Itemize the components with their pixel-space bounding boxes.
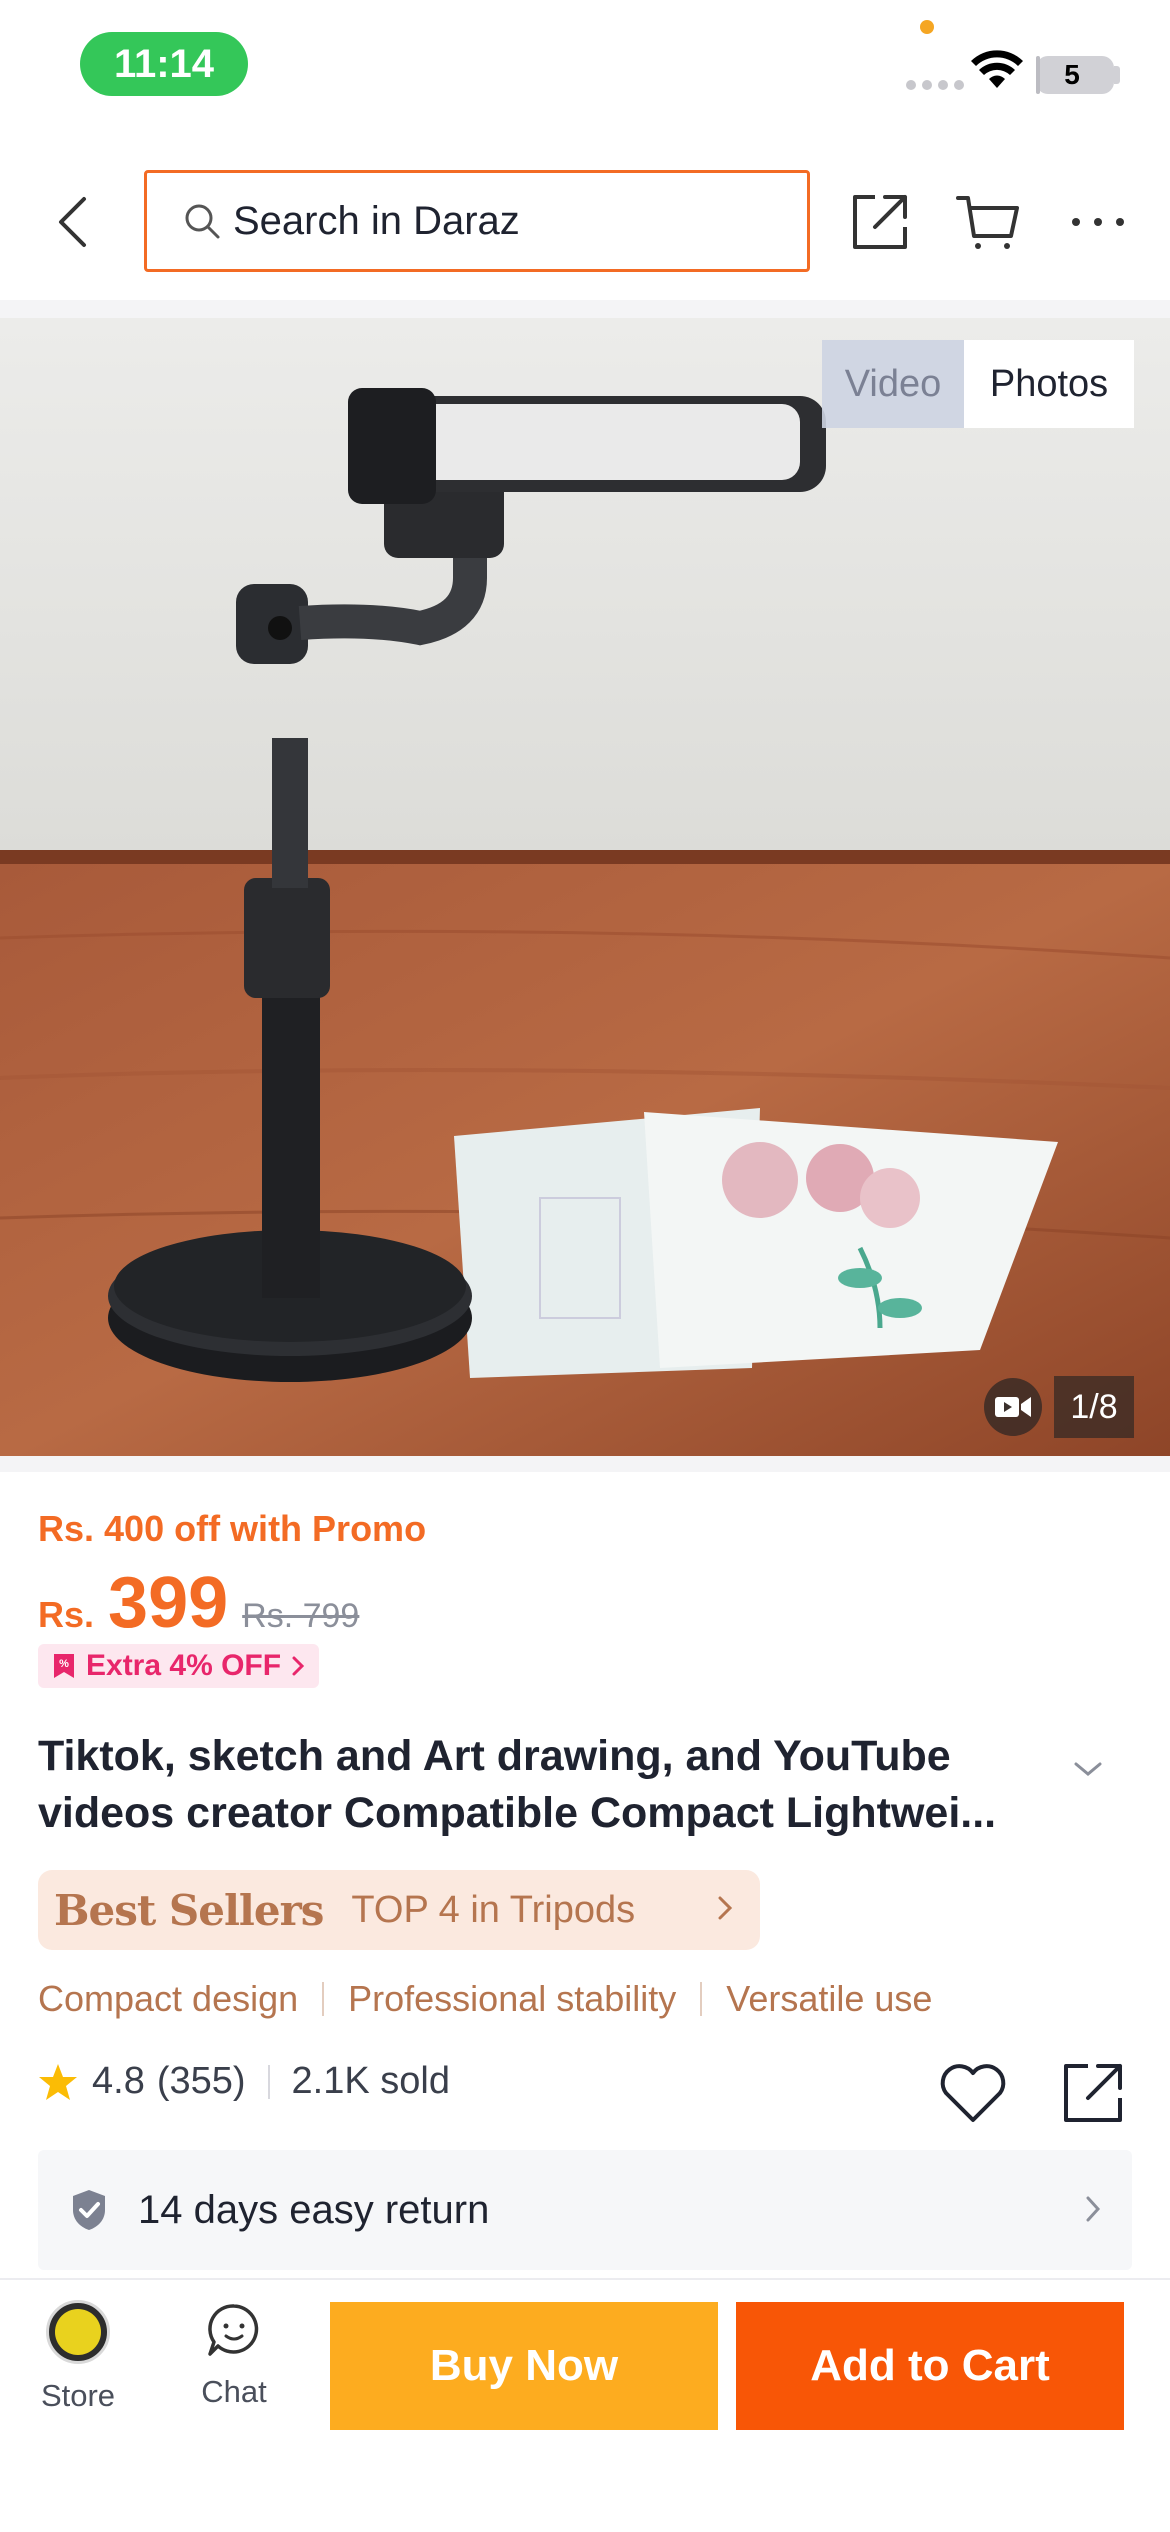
media-tabs: Video Photos [822,340,1134,428]
chat-button[interactable]: Chat [186,2300,282,2410]
rating-row[interactable]: 4.8 (355) 2.1K sold [38,2060,450,2103]
best-sellers-banner[interactable]: Best Sellers TOP 4 in Tripods [38,1870,760,1950]
header-separator [0,300,1170,318]
price-row: Rs. 399 Rs. 799 [38,1562,360,1643]
store-label: Store [40,2378,116,2413]
more-button[interactable] [1064,188,1132,256]
top-header: Search in Daraz [0,140,1170,300]
heart-icon [940,2064,1006,2122]
price-currency: Rs. [38,1594,95,1635]
bottom-action-bar: Store Chat Buy Now Add to Cart [0,2278,1170,2532]
return-policy-row[interactable]: 14 days easy return [38,2150,1132,2270]
search-placeholder: Search in Daraz [233,198,520,243]
feature-divider [700,1982,703,2016]
video-play-button[interactable] [984,1378,1042,1436]
store-button[interactable]: Store [30,2300,126,2414]
feature-tag: Compact design [38,1978,299,2019]
product-photo [0,318,1170,1456]
more-icon [1072,218,1124,226]
share-icon [1064,2064,1122,2122]
rating-count: (355) [156,2060,246,2102]
original-price: Rs. 799 [242,1597,360,1635]
tab-photos[interactable]: Photos [964,340,1134,428]
best-sellers-rank: TOP 4 in Tripods [351,1888,636,1931]
wishlist-button[interactable] [934,2054,1012,2132]
current-price: 399 [108,1563,229,1643]
store-avatar [46,2300,110,2364]
product-title[interactable]: Tiktok, sketch and Art drawing, and YouT… [38,1728,1058,1842]
back-button[interactable] [44,190,100,254]
sold-count: 2.1K sold [291,2060,450,2102]
video-camera-icon [995,1397,1031,1417]
search-icon [185,204,220,239]
cellular-signal-icon [906,80,964,90]
rating-divider [267,2064,270,2099]
feature-divider [322,1982,325,2016]
gallery-separator [0,1456,1170,1472]
product-gallery[interactable]: Video Photos 1/8 [0,318,1170,1456]
battery-cap [1114,66,1120,84]
extra-off-voucher[interactable]: % Extra 4% OFF [38,1644,320,1688]
chat-icon [208,2304,259,2356]
battery-icon: 5 [1036,56,1114,94]
add-to-cart-button[interactable]: Add to Cart [736,2302,1124,2430]
gallery-counter: 1/8 [1054,1376,1134,1438]
store-logo [55,2309,101,2355]
promo-text[interactable]: Rs. 400 off with Promo [38,1508,426,1550]
feature-tags: Compact design Professional stability Ve… [38,1978,932,2020]
shield-check-icon [73,2190,105,2230]
tab-video[interactable]: Video [822,340,964,428]
wifi-icon [971,50,1023,88]
back-icon [59,197,86,247]
cart-button[interactable] [954,188,1022,256]
chevron-right-icon [292,1656,305,1676]
status-bar: 11:14 5 [0,0,1170,140]
share-icon [853,195,907,249]
svg-text:%: % [59,1658,69,1670]
cart-icon [956,196,1019,249]
status-time: 11:14 [80,32,248,96]
return-policy-text: 14 days easy return [138,2187,490,2232]
feature-tag: Versatile use [726,1978,933,2019]
extra-off-label: Extra 4% OFF [86,1649,282,1682]
best-sellers-logo: Best Sellers [54,1885,324,1935]
buy-now-button[interactable]: Buy Now [330,2302,718,2430]
share-button[interactable] [846,188,914,256]
voucher-icon: % [54,1654,74,1678]
battery-percent: 5 [1064,59,1080,90]
chevron-right-icon [1086,2196,1101,2222]
search-input[interactable]: Search in Daraz [144,170,810,272]
star-icon [39,2063,77,2100]
chat-label: Chat [201,2374,267,2409]
rating-score: 4.8 [92,2060,145,2102]
chevron-down-icon[interactable] [1070,1758,1106,1780]
chevron-right-icon [718,1896,733,1920]
share-product-button[interactable] [1054,2054,1132,2132]
privacy-indicator-dot [920,20,934,34]
feature-tag: Professional stability [348,1978,677,2019]
